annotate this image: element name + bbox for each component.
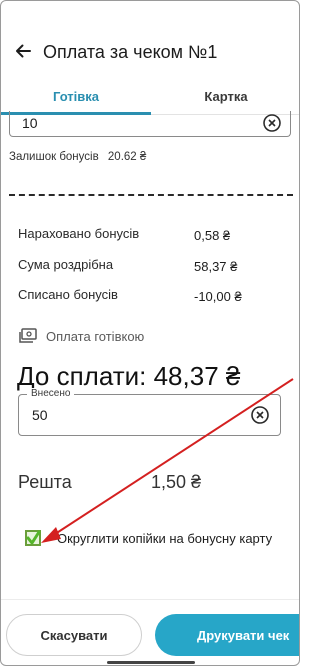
- clear-icon[interactable]: [250, 405, 270, 425]
- cash-icon: [19, 328, 37, 343]
- bonus-amount-input[interactable]: 10: [9, 111, 291, 137]
- bonus-amount-value: 10: [22, 115, 38, 131]
- app-bar: Оплата за чеком №1: [1, 1, 299, 79]
- bonus-balance-value: 20.62 ₴: [107, 151, 147, 163]
- action-bar: Скасувати Друкувати чек: [1, 599, 299, 665]
- gesture-bar: [107, 661, 195, 664]
- print-receipt-button[interactable]: Друкувати чек: [155, 614, 299, 656]
- page-title: Оплата за чеком №1: [43, 42, 218, 62]
- change-label: Решта: [18, 472, 72, 492]
- divider: [9, 194, 293, 196]
- summary-label: Сума роздрібна: [18, 257, 114, 272]
- tab-cash[interactable]: Готівка: [1, 79, 151, 115]
- bonus-balance-label: Залишок бонусів: [9, 151, 99, 163]
- payment-mode: Оплата готівкою: [18, 328, 144, 344]
- entered-amount-value: 50: [32, 407, 48, 423]
- entered-amount-field[interactable]: Внесено 50: [18, 388, 281, 436]
- round-option-label: Округлити копійки на бонусну карту: [57, 531, 273, 546]
- round-checkbox[interactable]: [25, 530, 41, 546]
- summary-value: -10,00 ₴: [194, 289, 242, 304]
- arrow-left-icon[interactable]: [13, 41, 33, 61]
- summary-label: Нараховано бонусів: [18, 226, 140, 241]
- summary-value: 58,37 ₴: [194, 259, 238, 274]
- check-icon: [26, 530, 41, 545]
- summary-label: Списано бонусів: [18, 287, 118, 302]
- payment-tabs: Готівка Картка: [1, 79, 299, 115]
- cancel-button[interactable]: Скасувати: [6, 614, 142, 656]
- tab-card[interactable]: Картка: [151, 79, 299, 115]
- payment-mode-label: Оплата готівкою: [46, 329, 145, 344]
- entered-amount-label: Внесено: [27, 388, 75, 399]
- clear-icon[interactable]: [262, 113, 282, 133]
- payment-screen: Оплата за чеком №1 Готівка Картка 10 Зал…: [0, 0, 300, 666]
- summary-value: 0,58 ₴: [194, 228, 231, 243]
- bonus-balance: Залишок бонусів 20.62 ₴: [9, 151, 146, 163]
- change-value: 1,50 ₴: [151, 472, 202, 492]
